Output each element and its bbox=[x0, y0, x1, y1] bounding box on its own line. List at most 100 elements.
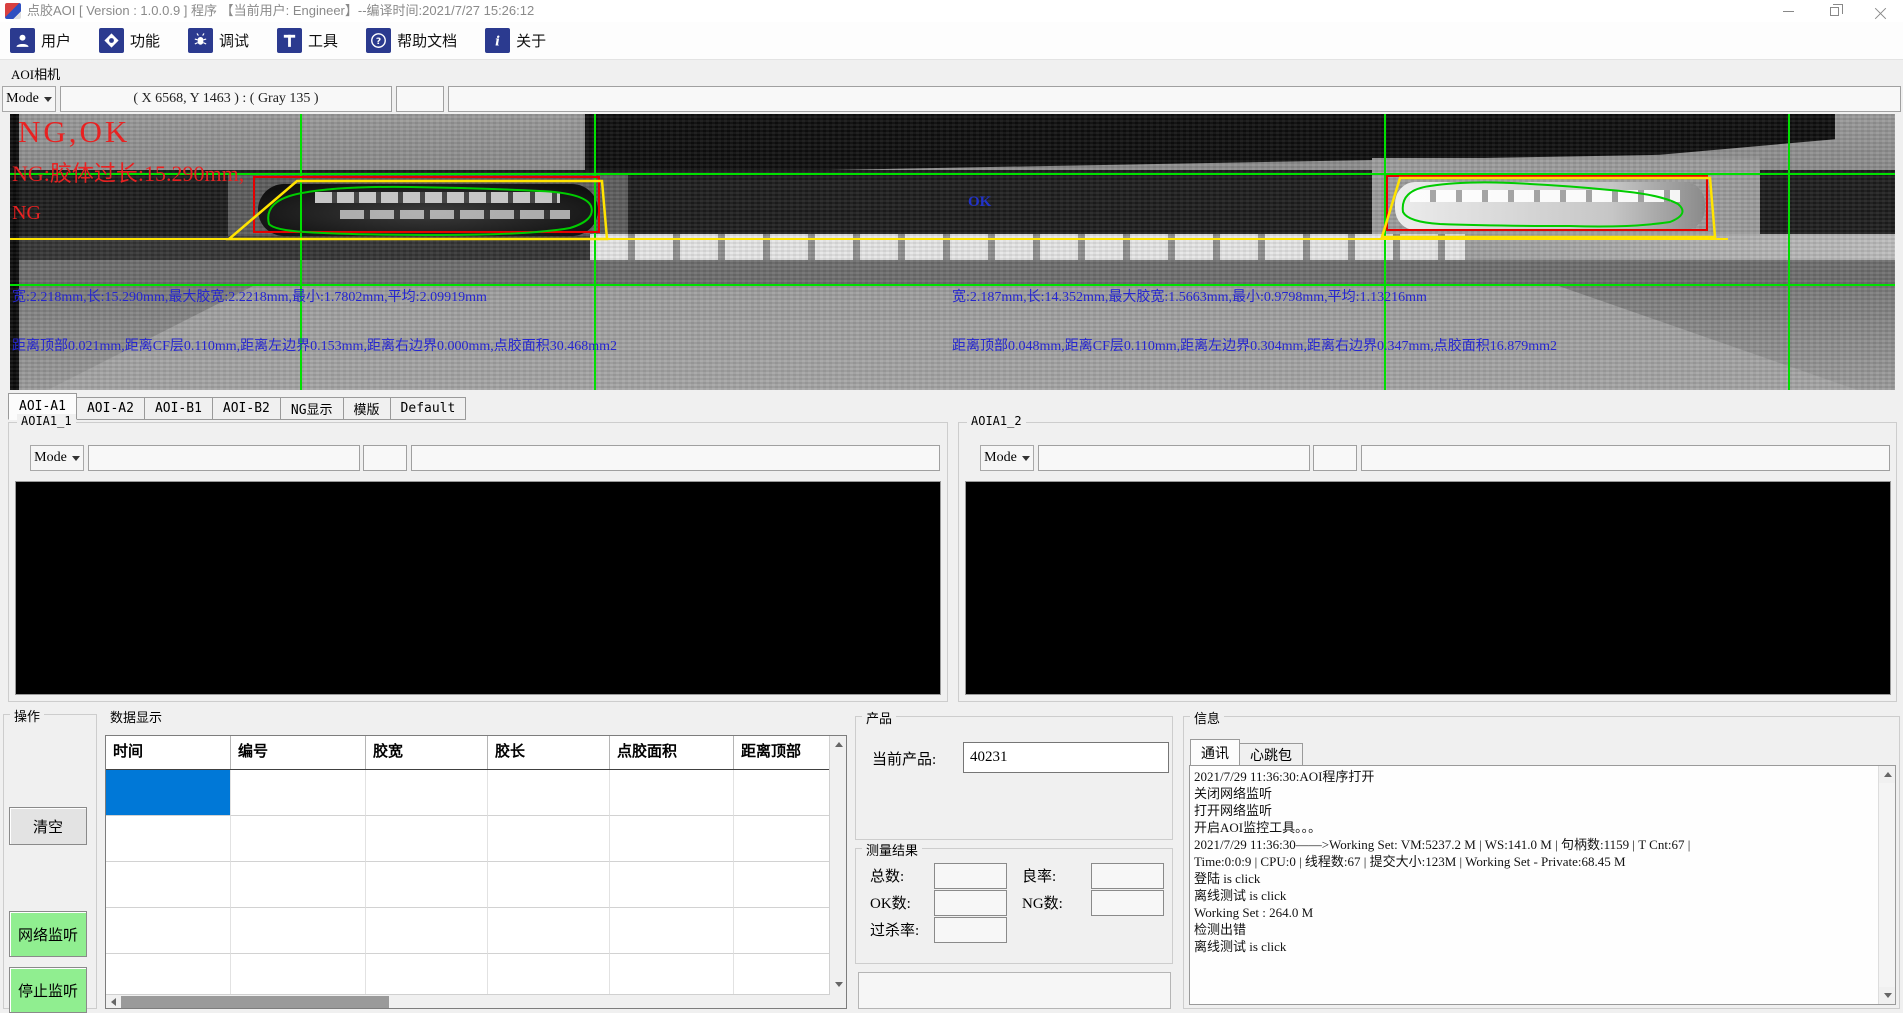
table-cell[interactable] bbox=[734, 770, 830, 816]
table-cell[interactable] bbox=[231, 816, 366, 862]
table-column-header[interactable]: 距离顶部 bbox=[734, 736, 830, 769]
panel-right-image-area[interactable] bbox=[965, 481, 1891, 695]
tab-aoi-b1[interactable]: AOI-B1 bbox=[145, 397, 213, 420]
scroll-left-icon[interactable] bbox=[106, 995, 120, 1008]
table-cell[interactable] bbox=[106, 908, 231, 954]
op-button-net-listen[interactable]: 网络监听 bbox=[9, 911, 87, 957]
table-cell[interactable] bbox=[106, 816, 231, 862]
tab-ng显示[interactable]: NG显示 bbox=[281, 397, 344, 420]
table-cell[interactable] bbox=[231, 770, 366, 816]
panel-right-field3[interactable] bbox=[1361, 445, 1890, 471]
panel-left-field3[interactable] bbox=[411, 445, 940, 471]
panel-right-field2[interactable] bbox=[1313, 445, 1357, 471]
table-cell[interactable] bbox=[610, 816, 734, 862]
table-horizontal-scrollbar[interactable] bbox=[106, 994, 830, 1008]
info-tab-通讯[interactable]: 通讯 bbox=[1190, 739, 1240, 766]
table-row[interactable] bbox=[106, 816, 846, 862]
table-vertical-scrollbar[interactable] bbox=[829, 736, 846, 1008]
toolbar-button-debug[interactable]: 调试 bbox=[188, 28, 249, 53]
camera-group-label: AOI相机 bbox=[8, 64, 63, 83]
toolbar-button-help[interactable]: ? 帮助文档 bbox=[366, 28, 457, 53]
product-group-label: 产品 bbox=[862, 708, 896, 727]
scroll-up-icon[interactable] bbox=[830, 736, 847, 753]
left-measure-line2: 距离顶部0.021mm,距离CF层0.110mm,距离左边界0.153mm,距离… bbox=[12, 335, 617, 355]
log-line: 2021/7/29 11:36:30——>Working Set: VM:523… bbox=[1194, 836, 1875, 853]
result-value-field[interactable] bbox=[934, 917, 1007, 943]
table-cell[interactable] bbox=[610, 862, 734, 908]
panel-right-field1[interactable] bbox=[1038, 445, 1310, 471]
table-cell[interactable] bbox=[610, 908, 734, 954]
toolbar-button-label: 工具 bbox=[308, 30, 338, 51]
table-column-header[interactable]: 胶长 bbox=[488, 736, 610, 769]
table-cell[interactable] bbox=[488, 908, 610, 954]
table-cell[interactable] bbox=[734, 908, 830, 954]
camera-image-viewport[interactable]: NG,OK NG:胶体过长:15.290mm, NG OK 宽:2.218mm,… bbox=[10, 114, 1895, 390]
panel-left-mode-dropdown[interactable]: Mode bbox=[30, 445, 84, 471]
toolbar-button-label: 调试 bbox=[219, 30, 249, 51]
table-selected-cell[interactable] bbox=[106, 770, 231, 816]
table-row[interactable] bbox=[106, 770, 846, 816]
result-value-field[interactable] bbox=[1091, 863, 1164, 889]
close-button[interactable] bbox=[1857, 0, 1903, 22]
log-line: 离线测试 is click bbox=[1194, 887, 1875, 904]
scroll-down-icon[interactable] bbox=[1879, 987, 1896, 1004]
panel-left-field2[interactable] bbox=[363, 445, 407, 471]
table-column-header[interactable]: 编号 bbox=[231, 736, 366, 769]
debug-icon bbox=[188, 28, 213, 53]
table-cell[interactable] bbox=[231, 862, 366, 908]
product-group: 产品 当前产品: bbox=[855, 716, 1173, 840]
panel-right-mode-dropdown[interactable]: Mode bbox=[980, 445, 1034, 471]
info-tab-心跳包[interactable]: 心跳包 bbox=[1240, 743, 1303, 766]
table-column-header[interactable]: 点胶面积 bbox=[610, 736, 734, 769]
toolbar-button-tools[interactable]: 工具 bbox=[277, 28, 338, 53]
current-product-input[interactable] bbox=[963, 742, 1169, 773]
log-box[interactable]: 2021/7/29 11:36:30:AOI程序打开关闭网络监听打开网络监听开启… bbox=[1189, 765, 1896, 1005]
panel-left-image-area[interactable] bbox=[15, 481, 941, 695]
left-measure-line1: 宽:2.218mm,长:15.290mm,最大胶宽:2.2218mm,最小:1.… bbox=[12, 286, 487, 306]
table-cell[interactable] bbox=[488, 862, 610, 908]
camera-mode-dropdown[interactable]: Mode bbox=[2, 86, 56, 112]
op-button-stop-listen[interactable]: 停止监听 bbox=[9, 967, 87, 1013]
table-cell[interactable] bbox=[366, 862, 488, 908]
scroll-up-icon[interactable] bbox=[1879, 766, 1896, 783]
result-value-field[interactable] bbox=[934, 890, 1007, 916]
log-scrollbar[interactable] bbox=[1878, 766, 1895, 1004]
restore-button[interactable] bbox=[1811, 0, 1857, 22]
table-cell[interactable] bbox=[734, 862, 830, 908]
result-value-field[interactable] bbox=[934, 863, 1007, 889]
camera-status-field[interactable] bbox=[448, 86, 1901, 112]
table-cell[interactable] bbox=[734, 816, 830, 862]
table-cell[interactable] bbox=[231, 908, 366, 954]
horizontal-scroll-thumb[interactable] bbox=[121, 996, 389, 1008]
tab-aoi-a2[interactable]: AOI-A2 bbox=[77, 397, 145, 420]
minimize-button[interactable] bbox=[1765, 0, 1811, 22]
table-cell[interactable] bbox=[488, 816, 610, 862]
tab-aoi-b2[interactable]: AOI-B2 bbox=[213, 397, 281, 420]
table-cell[interactable] bbox=[488, 770, 610, 816]
op-button-clear[interactable]: 清空 bbox=[9, 807, 87, 845]
table-row[interactable] bbox=[106, 908, 846, 954]
current-product-label: 当前产品: bbox=[872, 748, 936, 769]
table-column-header[interactable]: 时间 bbox=[106, 736, 231, 769]
table-cell[interactable] bbox=[106, 862, 231, 908]
toolbar-button-user[interactable]: 用户 bbox=[10, 28, 71, 53]
table-cell[interactable] bbox=[610, 770, 734, 816]
tab-default[interactable]: Default bbox=[391, 397, 467, 420]
results-group: 测量结果 总数: OK数: 过杀率: 良率: NG数: bbox=[855, 848, 1173, 964]
table-row[interactable] bbox=[106, 862, 846, 908]
table-cell[interactable] bbox=[366, 770, 488, 816]
toolbar-button-label: 功能 bbox=[130, 30, 160, 51]
table-cell[interactable] bbox=[366, 908, 488, 954]
result-value-field[interactable] bbox=[1091, 890, 1164, 916]
log-line: Working Set : 264.0 M bbox=[1194, 904, 1875, 921]
tab-模版[interactable]: 模版 bbox=[344, 397, 391, 420]
camera-aux-field[interactable] bbox=[396, 86, 444, 112]
table-column-header[interactable]: 胶宽 bbox=[366, 736, 488, 769]
table-header-row: 时间编号胶宽胶长点胶面积距离顶部 bbox=[106, 736, 846, 770]
camera-coord-field[interactable]: ( X 6568, Y 1463 ) : ( Gray 135 ) bbox=[60, 86, 392, 112]
panel-left-field1[interactable] bbox=[88, 445, 360, 471]
toolbar-button-about[interactable]: i 关于 bbox=[485, 28, 546, 53]
scroll-down-icon[interactable] bbox=[830, 976, 847, 993]
toolbar-button-function[interactable]: 功能 bbox=[99, 28, 160, 53]
table-cell[interactable] bbox=[366, 816, 488, 862]
